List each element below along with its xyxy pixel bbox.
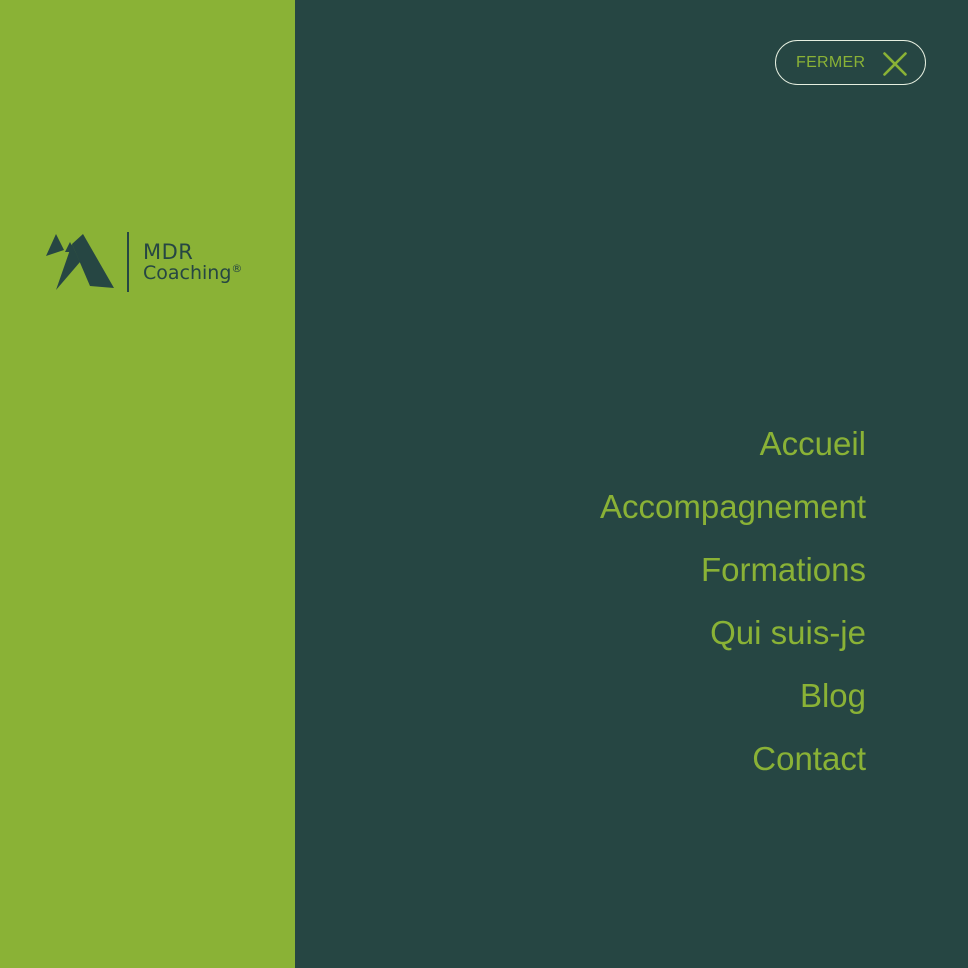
nav-item-accompagnement[interactable]: Accompagnement <box>600 475 866 538</box>
close-icon <box>883 52 907 76</box>
nav-item-accueil[interactable]: Accueil <box>760 412 866 475</box>
mountain-peaks-icon <box>46 234 114 290</box>
nav-item-blog[interactable]: Blog <box>800 664 866 727</box>
nav-item-qui-suis-je[interactable]: Qui suis-je <box>710 601 866 664</box>
brand-panel: MDR Coaching® <box>0 0 295 968</box>
close-menu-label: FERMER <box>796 53 866 71</box>
close-menu-button[interactable]: FERMER <box>775 40 926 85</box>
logo-text-mdr: MDR <box>143 239 194 264</box>
navigation-panel: FERMER Accueil Accompagnement Formations… <box>295 0 968 968</box>
logo[interactable]: MDR Coaching® <box>46 232 242 292</box>
main-nav: Accueil Accompagnement Formations Qui su… <box>600 412 866 790</box>
menu-overlay: MDR Coaching® FERMER Accueil Accompagnem… <box>0 0 968 968</box>
logo-divider <box>127 232 129 292</box>
nav-item-formations[interactable]: Formations <box>701 538 866 601</box>
registered-mark: ® <box>231 261 243 275</box>
logo-text-coaching: Coaching® <box>143 261 243 284</box>
logo-wordmark: MDR Coaching® <box>143 239 243 284</box>
nav-item-contact[interactable]: Contact <box>752 727 866 790</box>
logo-text-coaching-word: Coaching <box>143 261 232 284</box>
